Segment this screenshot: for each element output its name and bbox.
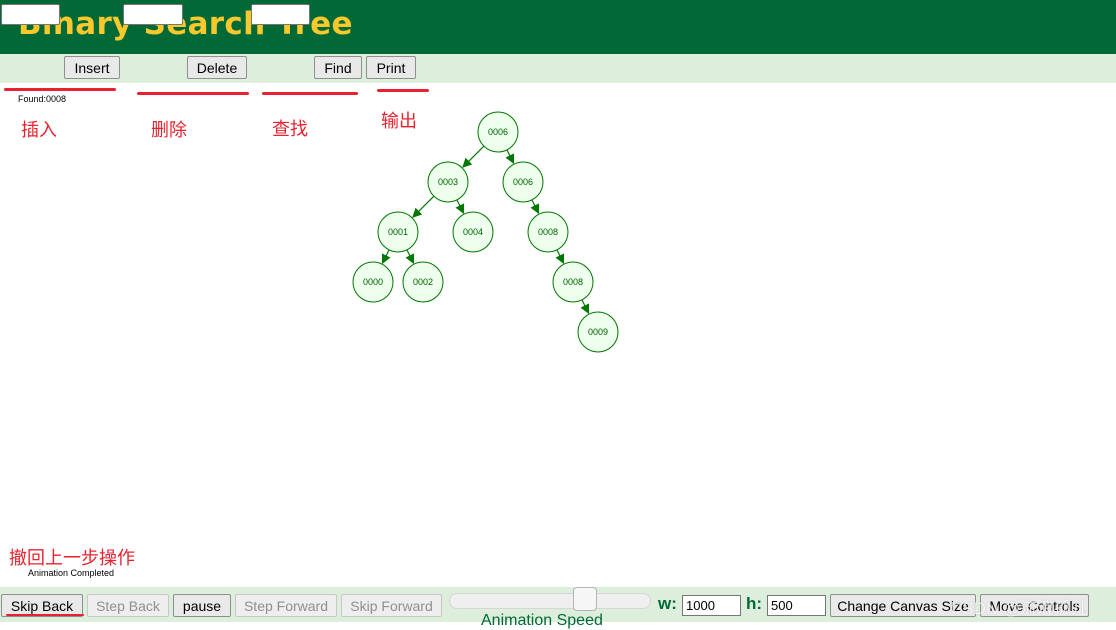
status-message-bottom: Animation Completed [28, 568, 115, 578]
slider-thumb[interactable] [572, 587, 597, 611]
tree-node: 0008 [552, 261, 594, 303]
tree-node-label: 0004 [463, 227, 483, 237]
skip-forward-button[interactable]: Skip Forward [341, 594, 442, 617]
tree-node-label: 0008 [538, 227, 558, 237]
tree-node-label: 0009 [588, 327, 608, 337]
tree-node: 0001 [377, 211, 419, 253]
tree-edge [505, 149, 515, 165]
tree-edge [580, 299, 590, 315]
algorithm-toolbar [0, 54, 1116, 83]
tree-node: 0008 [527, 211, 569, 253]
canvas-width-input[interactable] [682, 595, 741, 616]
tree-node-label: 0002 [413, 277, 433, 287]
delete-button[interactable]: Delete [187, 56, 247, 79]
tree-node: 0003 [427, 161, 469, 203]
delete-input[interactable] [123, 4, 183, 25]
print-button[interactable]: Print [366, 56, 416, 79]
tree-node-label: 0001 [388, 227, 408, 237]
tree-nodes: 0006 0003 0006 0001 0004 0008 0000 0002 0008 0009 [352, 111, 619, 353]
tree-node-label: 0006 [513, 177, 533, 187]
tree-edge [555, 249, 565, 265]
tree-node-label: 0003 [438, 177, 458, 187]
tree-node: 0006 [502, 161, 544, 203]
width-label: w: [658, 594, 677, 613]
pause-button[interactable]: pause [173, 594, 231, 617]
tree-node-label: 0006 [488, 127, 508, 137]
tree-edge [455, 199, 465, 215]
tree-node: 0006 [477, 111, 519, 153]
tree-edge [405, 249, 415, 265]
skip-back-underline [6, 614, 84, 616]
tree-node-label: 0008 [563, 277, 583, 287]
tree-edge [381, 249, 391, 265]
insert-button[interactable]: Insert [64, 56, 120, 79]
tree-node: 0004 [452, 211, 494, 253]
tree-node: 0002 [402, 261, 444, 303]
find-input[interactable] [251, 4, 310, 25]
tree-edge [462, 145, 485, 168]
annotation-skip-back: 撤回上一步操作 [9, 548, 135, 569]
step-forward-button[interactable]: Step Forward [235, 594, 337, 617]
tree-canvas: 0006 0003 0006 0001 0004 0008 0000 0002 0008 0009 [352, 111, 619, 353]
animation-speed-label: Animation Speed [481, 612, 603, 629]
tree-edge [412, 195, 435, 218]
step-back-button[interactable]: Step Back [87, 594, 169, 617]
height-label: h: [746, 594, 763, 613]
animation-speed-slider[interactable] [449, 593, 651, 609]
find-button[interactable]: Find [314, 56, 362, 79]
tree-edge [530, 199, 540, 215]
canvas-height-input[interactable] [767, 595, 826, 616]
tree-node: 0000 [352, 261, 394, 303]
watermark: CSDN @流浪孤儿 [950, 599, 1089, 618]
tree-node-label: 0000 [363, 277, 383, 287]
tree-node: 0009 [577, 311, 619, 353]
insert-input[interactable] [1, 4, 60, 25]
